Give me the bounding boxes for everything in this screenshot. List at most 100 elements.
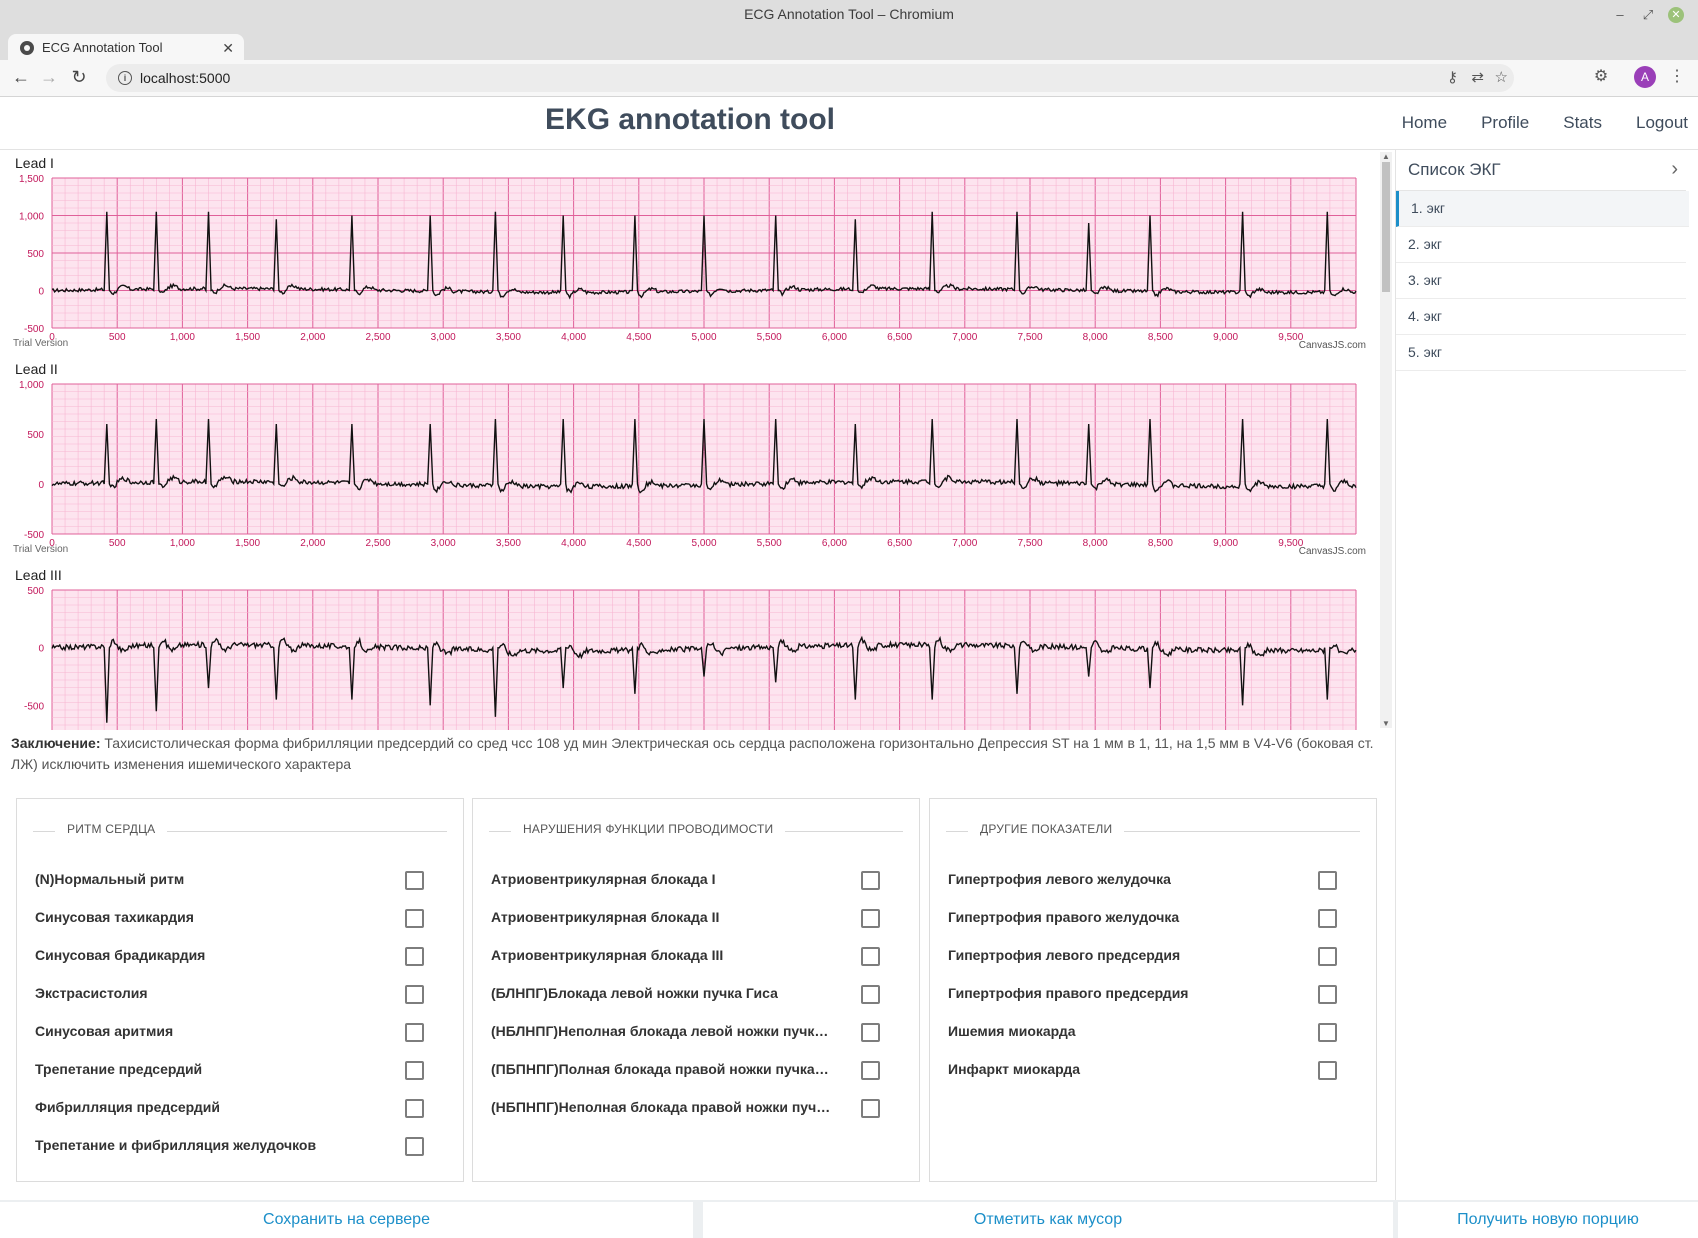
checkbox[interactable] — [1318, 909, 1337, 928]
checkbox[interactable] — [405, 947, 424, 966]
reload-icon[interactable]: ↻ — [66, 64, 92, 90]
scrollbar-thumb[interactable] — [1382, 162, 1390, 292]
x-tick-label: 8,500 — [1148, 332, 1173, 343]
chart-lead-1: 1,500 1,000 500 0 -500 0 500 1,000 1,500 2,000 2,5… — [0, 150, 1384, 356]
checkbox[interactable] — [1318, 1023, 1337, 1042]
checkbox-row[interactable]: Гипертрофия правого предсердия — [948, 975, 1338, 1013]
checkbox-row[interactable]: Синусовая аритмия — [35, 1013, 425, 1051]
checkbox[interactable] — [405, 909, 424, 928]
checkbox[interactable] — [861, 1099, 880, 1118]
tab-title: ECG Annotation Tool — [42, 40, 163, 55]
minimize-icon[interactable]: – — [1612, 7, 1628, 23]
ecg-list-item[interactable]: 1. экг — [1396, 191, 1689, 227]
canvasjs-credit-link[interactable]: CanvasJS.com — [1299, 340, 1366, 351]
checkbox-row[interactable]: Инфаркт миокарда — [948, 1051, 1338, 1089]
browser-tab[interactable]: ECG Annotation Tool ✕ — [8, 34, 244, 62]
checkbox[interactable] — [861, 985, 880, 1004]
checkbox-row[interactable]: Гипертрофия левого предсердия — [948, 937, 1338, 975]
y-tick-label: 500 — [27, 430, 44, 441]
checkbox-row[interactable]: Атриовентрикулярная блокада I — [491, 861, 881, 899]
checkbox-row[interactable]: (БЛНПГ)Блокада левой ножки пучка Гиса — [491, 975, 881, 1013]
close-window-icon[interactable]: ✕ — [1668, 7, 1684, 23]
close-tab-icon[interactable]: ✕ — [222, 34, 234, 62]
checkbox-row[interactable]: Фибрилляция предсердий — [35, 1089, 425, 1127]
ecg-list-item[interactable]: 3. экг — [1396, 263, 1686, 299]
checkbox-row[interactable]: Ишемия миокарда — [948, 1013, 1338, 1051]
scroll-up-icon[interactable]: ▲ — [1381, 152, 1391, 161]
nav-logout[interactable]: Logout — [1636, 113, 1688, 133]
bookmark-star-icon[interactable]: ☆ — [1495, 64, 1508, 92]
translate-icon[interactable]: ⇄ — [1471, 64, 1484, 92]
mark-as-trash-button[interactable]: Отметить как мусор — [703, 1202, 1393, 1238]
checkbox-row[interactable]: Синусовая тахикардия — [35, 899, 425, 937]
chevron-right-icon[interactable]: › — [1671, 158, 1678, 181]
checkbox[interactable] — [1318, 947, 1337, 966]
ecg-list-item[interactable]: 5. экг — [1396, 335, 1686, 371]
checkbox-row[interactable]: Экстрасистолия — [35, 975, 425, 1013]
checkbox[interactable] — [861, 1061, 880, 1080]
canvasjs-credit-link[interactable]: CanvasJS.com — [1299, 546, 1366, 557]
x-tick-label: 5,500 — [757, 538, 782, 549]
checkbox[interactable] — [405, 1137, 424, 1156]
charts-scrollbar[interactable]: ▲ ▼ — [1380, 152, 1392, 728]
x-tick-label: 6,000 — [822, 538, 847, 549]
group-title: НАРУШЕНИЯ ФУНКЦИИ ПРОВОДИМОСТИ — [511, 822, 786, 836]
checkbox[interactable] — [861, 909, 880, 928]
checkbox-row[interactable]: (N)Нормальный ритм — [35, 861, 425, 899]
ecg-list-item[interactable]: 4. экг — [1396, 299, 1686, 335]
checkbox[interactable] — [1318, 985, 1337, 1004]
sidebar-header[interactable]: Список ЭКГ › — [1396, 150, 1686, 191]
x-tick-label: 2,000 — [300, 332, 325, 343]
checkbox-row[interactable]: Трепетание предсердий — [35, 1051, 425, 1089]
checkbox[interactable] — [1318, 1061, 1337, 1080]
get-new-batch-button[interactable]: Получить новую порцию — [1398, 1202, 1698, 1238]
checkbox-row[interactable]: Трепетание и фибрилляция желудочков — [35, 1127, 425, 1165]
checkbox[interactable] — [1318, 871, 1337, 890]
nav-stats[interactable]: Stats — [1563, 113, 1602, 133]
checkbox-row[interactable]: Гипертрофия правого желудочка — [948, 899, 1338, 937]
checkbox-row[interactable]: (НБПНПГ)Неполная блокада правой ножки пу… — [491, 1089, 881, 1127]
checkbox[interactable] — [405, 871, 424, 890]
checkbox-row[interactable]: Синусовая брадикардия — [35, 937, 425, 975]
ecg-charts-area[interactable]: 1,500 1,000 500 0 -500 0 500 1,000 1,500 2,000 2,5… — [0, 150, 1384, 730]
checkbox-label: Синусовая тахикардия — [35, 909, 194, 925]
checkbox-row[interactable]: Атриовентрикулярная блокада II — [491, 899, 881, 937]
checkbox[interactable] — [405, 985, 424, 1004]
checkbox-row[interactable]: (НБЛНПГ)Неполная блокада левой ножки пуч… — [491, 1013, 881, 1051]
ecg-chart-svg: 1,0005000-5000 500 1,000 1,500 2,000 2,500 3,0… — [19, 380, 1357, 549]
checkbox-row[interactable]: Гипертрофия левого желудочка — [948, 861, 1338, 899]
x-tick-label: 5,500 — [757, 332, 782, 343]
x-tick-label: 8,000 — [1083, 538, 1108, 549]
checkbox-label: Гипертрофия правого предсердия — [948, 985, 1189, 1001]
nav-home[interactable]: Home — [1402, 113, 1447, 133]
x-tick-label: 8,000 — [1083, 332, 1108, 343]
profile-avatar[interactable]: A — [1634, 66, 1656, 88]
site-info-icon[interactable]: i — [118, 71, 132, 85]
checkbox-label: Трепетание предсердий — [35, 1061, 203, 1077]
checkbox[interactable] — [861, 871, 880, 890]
checkbox[interactable] — [405, 1061, 424, 1080]
x-tick-label: 7,500 — [1017, 538, 1042, 549]
extension-icon[interactable]: ⚙ — [1588, 64, 1614, 90]
checkbox[interactable] — [861, 947, 880, 966]
checkbox-label: Инфаркт миокарда — [948, 1061, 1081, 1077]
checkbox-label: Гипертрофия правого желудочка — [948, 909, 1180, 925]
back-icon[interactable]: ← — [8, 64, 34, 90]
checkbox[interactable] — [405, 1023, 424, 1042]
nav-profile[interactable]: Profile — [1481, 113, 1529, 133]
address-bar[interactable]: i localhost:5000 ⚷ ⇄ ☆ — [106, 64, 1514, 92]
ecg-list-item[interactable]: 2. экг — [1396, 227, 1686, 263]
ecg-chart-svg: 1,5001,0005000-5000 500 1,000 1,500 2,000 2,5… — [19, 174, 1357, 343]
save-to-server-button[interactable]: Сохранить на сервере — [0, 1202, 693, 1238]
scroll-down-icon[interactable]: ▼ — [1381, 719, 1391, 728]
more-menu-icon[interactable]: ⋮ — [1664, 64, 1690, 90]
checkbox[interactable] — [861, 1023, 880, 1042]
maximize-icon[interactable]: ⤢ — [1640, 7, 1656, 23]
x-tick-label: 5,000 — [691, 538, 716, 549]
checkbox[interactable] — [405, 1099, 424, 1118]
checkbox-row[interactable]: (ПБПНПГ)Полная блокада правой ножки пучк… — [491, 1051, 881, 1089]
key-icon[interactable]: ⚷ — [1447, 64, 1458, 92]
forward-icon[interactable]: → — [36, 64, 62, 90]
checkbox-row[interactable]: Атриовентрикулярная блокада III — [491, 937, 881, 975]
checkbox-label: Фибрилляция предсердий — [35, 1099, 220, 1115]
